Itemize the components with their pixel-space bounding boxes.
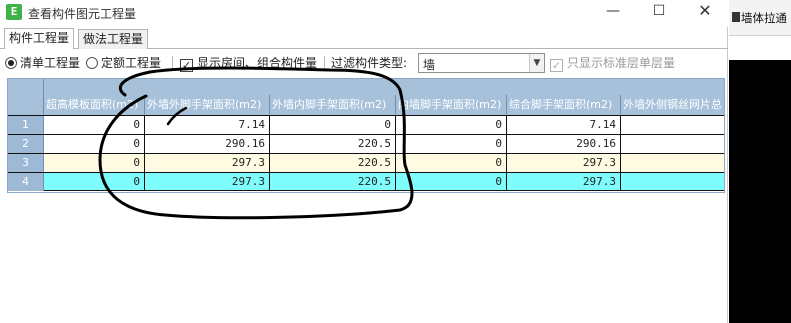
background-window: 墙体拉通 (729, 0, 791, 323)
row-number[interactable]: 2 (8, 135, 44, 153)
divider (172, 56, 173, 70)
column-header[interactable]: 综合脚手架面积(m2) (507, 95, 621, 115)
filter-label: 过滤构件类型: (331, 56, 408, 70)
options-bar: 清单工程量 定额工程量 ✓ 显示房间、组合构件量 过滤构件类型: ✓ 只显示标准层单… (0, 50, 728, 76)
table-cell[interactable]: 297.3 (145, 154, 270, 172)
table-cell[interactable]: 220.5 (270, 154, 396, 172)
column-header[interactable]: 外墙外脚手架面积(m2) (145, 95, 270, 115)
table-cell[interactable]: 220.5 (270, 135, 396, 153)
table-row-selected[interactable]: 4 0 297.3 220.5 0 297.3 (8, 172, 724, 191)
radio-qingdan-label: 清单工程量 (20, 56, 81, 70)
table-corner (8, 79, 44, 115)
column-header[interactable]: 超高模板面积(m2) (44, 95, 145, 115)
table-cell[interactable]: 0 (44, 116, 145, 134)
standard-floor-checkbox[interactable]: ✓ 只显示标准层单层量 (550, 55, 676, 72)
radio-ding-e[interactable]: 定额工程量 (86, 55, 161, 71)
table-cell[interactable] (621, 173, 724, 191)
column-header[interactable]: 内墙脚手架面积(m2) (396, 95, 507, 115)
table-cell[interactable]: 297.3 (145, 173, 270, 191)
tab-bar: 构件工程量 做法工程量 (0, 27, 728, 49)
radio-ding-e-label: 定额工程量 (101, 56, 162, 70)
wall-icon[interactable] (732, 12, 740, 22)
table-cell[interactable]: 0 (44, 173, 145, 191)
table-cell[interactable]: 0 (396, 154, 507, 172)
table-cell[interactable]: 0 (44, 154, 145, 172)
radio-qingdan[interactable]: 清单工程量 (5, 55, 80, 71)
table-cell[interactable] (621, 116, 724, 134)
tab-method-quantity[interactable]: 做法工程量 (78, 29, 149, 49)
background-toolbar: 墙体拉通 (729, 0, 791, 36)
table-cell[interactable]: 0 (44, 135, 145, 153)
table-cell[interactable]: 0 (396, 116, 507, 134)
row-number[interactable]: 1 (8, 116, 44, 134)
divider (324, 56, 325, 70)
window-title: 查看构件图元工程量 (28, 7, 137, 21)
radio-selected-icon[interactable] (5, 57, 17, 69)
background-canvas (729, 60, 791, 323)
background-window-label[interactable]: 墙体拉通 (741, 10, 787, 26)
minimize-button[interactable]: — (590, 0, 636, 22)
tab-component-quantity[interactable]: 构件工程量 (4, 28, 75, 49)
table-row[interactable]: 1 0 7.14 0 0 7.14 (8, 115, 724, 134)
table-cell[interactable]: 290.16 (145, 135, 270, 153)
table-cell[interactable]: 0 (396, 173, 507, 191)
table-cell[interactable]: 220.5 (270, 173, 396, 191)
table-cell[interactable]: 0 (270, 116, 396, 134)
radio-unselected-icon[interactable] (86, 57, 98, 69)
app-icon: E (6, 4, 22, 20)
checkbox-disabled-icon[interactable]: ✓ (550, 59, 563, 72)
column-header[interactable]: 外墙内脚手架面积(m2) (270, 95, 396, 115)
component-type-value: 墙 (423, 58, 436, 72)
table-cell[interactable]: 7.14 (145, 116, 270, 134)
table-cell[interactable] (621, 154, 724, 172)
table-row[interactable]: 2 0 290.16 220.5 0 290.16 (8, 134, 724, 153)
close-button[interactable]: ✕ (682, 0, 728, 22)
table-cell[interactable]: 7.14 (507, 116, 621, 134)
quantity-table: 超高模板面积(m2) 外墙外脚手架面积(m2) 外墙内脚手架面积(m2) 内墙脚… (7, 78, 725, 193)
standard-floor-label: 只显示标准层单层量 (567, 56, 676, 70)
table-cell[interactable]: 297.3 (507, 173, 621, 191)
checkbox-checked-icon[interactable]: ✓ (180, 59, 193, 72)
row-number[interactable]: 3 (8, 154, 44, 172)
show-room-checkbox[interactable]: ✓ 显示房间、组合构件量 (180, 55, 318, 72)
table-cell[interactable]: 0 (396, 135, 507, 153)
show-room-label: 显示房间、组合构件量 (197, 56, 318, 70)
row-number[interactable]: 4 (8, 173, 44, 191)
chevron-down-icon[interactable]: ▼ (529, 54, 544, 72)
quantity-viewer-window: E 查看构件图元工程量 — ☐ ✕ 构件工程量 做法工程量 清单工程量 定额工程… (0, 0, 728, 323)
table-header: 超高模板面积(m2) 外墙外脚手架面积(m2) 外墙内脚手架面积(m2) 内墙脚… (8, 79, 724, 115)
maximize-button[interactable]: ☐ (636, 0, 682, 22)
title-bar: E 查看构件图元工程量 — ☐ ✕ (0, 0, 728, 27)
table-cell[interactable]: 297.3 (507, 154, 621, 172)
table-row[interactable]: 3 0 297.3 220.5 0 297.3 (8, 153, 724, 172)
table-cell[interactable] (621, 135, 724, 153)
table-cell[interactable]: 290.16 (507, 135, 621, 153)
column-header[interactable]: 外墙外侧钢丝网片总 (621, 95, 724, 115)
table-group-header (8, 79, 724, 95)
component-type-select[interactable]: 墙 ▼ (418, 53, 545, 73)
